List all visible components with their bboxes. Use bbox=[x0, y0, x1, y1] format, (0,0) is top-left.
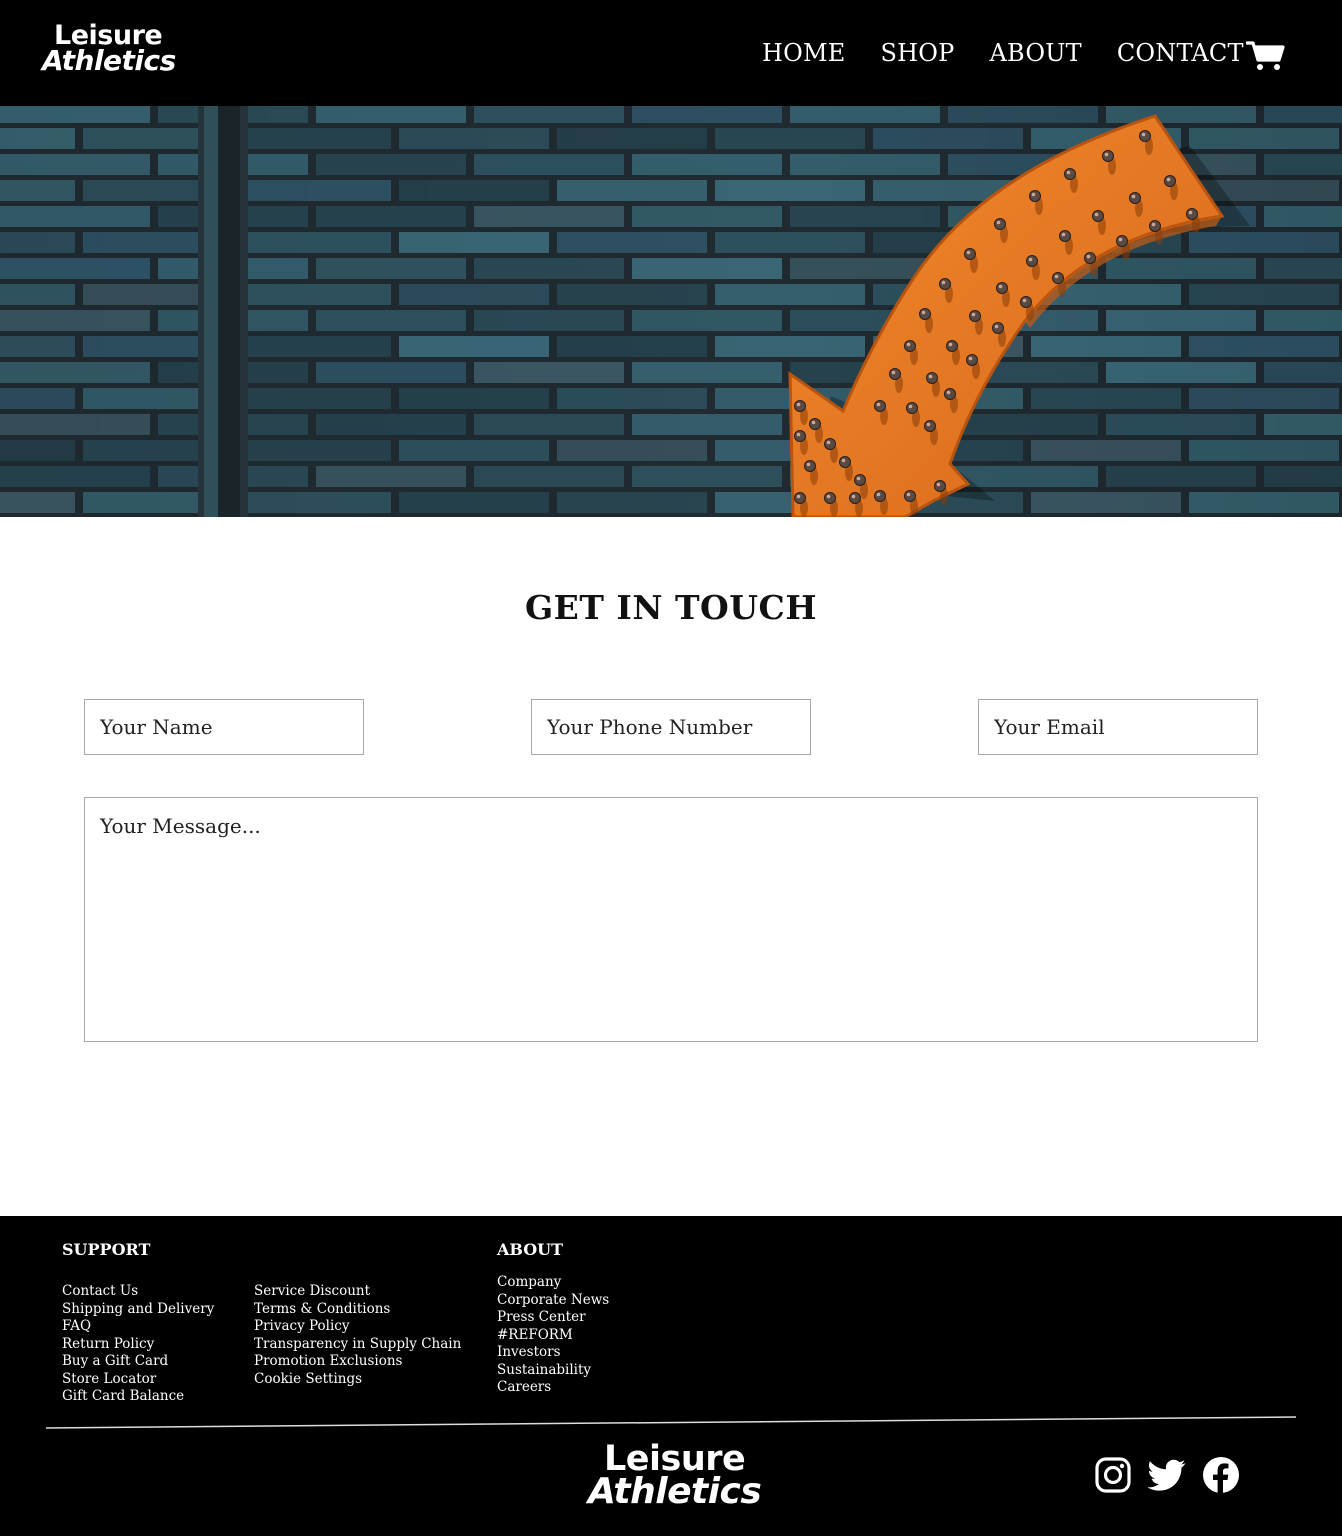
list-item: Shipping and Delivery bbox=[62, 1301, 214, 1319]
list-item: Transparency in Supply Chain bbox=[254, 1336, 461, 1354]
footer-link-contact-us[interactable]: Contact Us bbox=[62, 1283, 138, 1299]
nav-contact[interactable]: CONTACT bbox=[1117, 38, 1244, 68]
nav-shop[interactable]: SHOP bbox=[881, 38, 955, 68]
list-item: #REFORM bbox=[497, 1327, 609, 1345]
instagram-icon[interactable] bbox=[1094, 1456, 1132, 1494]
main-nav: HOME SHOP ABOUT CONTACT bbox=[762, 38, 1244, 68]
list-item: Contact Us bbox=[62, 1283, 214, 1301]
footer-link-service-discount[interactable]: Service Discount bbox=[254, 1283, 370, 1299]
footer-divider bbox=[46, 1416, 1296, 1429]
twitter-icon[interactable] bbox=[1148, 1456, 1186, 1494]
facebook-icon[interactable] bbox=[1202, 1456, 1240, 1494]
footer-link-cookie-settings[interactable]: Cookie Settings bbox=[254, 1371, 362, 1387]
nav-about[interactable]: ABOUT bbox=[990, 38, 1082, 68]
site-header: Leisure Athletics HOME SHOP ABOUT CONTAC… bbox=[0, 0, 1342, 106]
about-heading: ABOUT bbox=[497, 1240, 564, 1259]
page-title: GET IN TOUCH bbox=[525, 588, 817, 627]
footer-link-privacy[interactable]: Privacy Policy bbox=[254, 1318, 350, 1334]
list-item: Investors bbox=[497, 1344, 609, 1362]
list-item: Corporate News bbox=[497, 1292, 609, 1310]
list-item: Privacy Policy bbox=[254, 1318, 461, 1336]
footer-link-investors[interactable]: Investors bbox=[497, 1344, 561, 1360]
support-heading: SUPPORT bbox=[62, 1240, 151, 1259]
site-footer: SUPPORT Contact Us Shipping and Delivery… bbox=[0, 1216, 1342, 1536]
about-links: Company Corporate News Press Center #REF… bbox=[497, 1274, 609, 1397]
list-item: Sustainability bbox=[497, 1362, 609, 1380]
list-item: Cookie Settings bbox=[254, 1371, 461, 1389]
email-field[interactable] bbox=[978, 699, 1258, 755]
footer-link-careers[interactable]: Careers bbox=[497, 1379, 551, 1395]
list-item: Buy a Gift Card bbox=[62, 1353, 214, 1371]
phone-field[interactable] bbox=[531, 699, 811, 755]
list-item: Promotion Exclusions bbox=[254, 1353, 461, 1371]
list-item: Gift Card Balance bbox=[62, 1388, 214, 1406]
brand-logo-line2: Athletics bbox=[42, 44, 176, 77]
footer-link-faq[interactable]: FAQ bbox=[62, 1318, 91, 1334]
hero-banner bbox=[0, 106, 1342, 517]
footer-link-corporate-news[interactable]: Corporate News bbox=[497, 1292, 609, 1308]
footer-link-reform[interactable]: #REFORM bbox=[497, 1327, 573, 1343]
list-item: Terms & Conditions bbox=[254, 1301, 461, 1319]
footer-link-shipping[interactable]: Shipping and Delivery bbox=[62, 1301, 214, 1317]
footer-link-return-policy[interactable]: Return Policy bbox=[62, 1336, 154, 1352]
footer-link-gift-card-balance[interactable]: Gift Card Balance bbox=[62, 1388, 184, 1404]
footer-brand-logo[interactable]: Leisure Athletics bbox=[588, 1442, 762, 1512]
list-item: Press Center bbox=[497, 1309, 609, 1327]
list-item: FAQ bbox=[62, 1318, 214, 1336]
footer-logo-line2: Athletics bbox=[588, 1471, 762, 1512]
footer-link-press-center[interactable]: Press Center bbox=[497, 1309, 586, 1325]
footer-link-terms[interactable]: Terms & Conditions bbox=[254, 1301, 390, 1317]
support-links-col2: Service Discount Terms & Conditions Priv… bbox=[254, 1283, 461, 1388]
footer-link-sustainability[interactable]: Sustainability bbox=[497, 1362, 591, 1378]
list-item: Company bbox=[497, 1274, 609, 1292]
footer-link-supply-chain[interactable]: Transparency in Supply Chain bbox=[254, 1336, 461, 1352]
footer-link-store-locator[interactable]: Store Locator bbox=[62, 1371, 156, 1387]
footer-link-promotion-exclusions[interactable]: Promotion Exclusions bbox=[254, 1353, 403, 1369]
nav-home[interactable]: HOME bbox=[762, 38, 846, 68]
list-item: Store Locator bbox=[62, 1371, 214, 1389]
brand-logo[interactable]: Leisure Athletics bbox=[42, 22, 176, 75]
list-item: Service Discount bbox=[254, 1283, 461, 1301]
hero-image bbox=[0, 106, 1342, 517]
support-links-col1: Contact Us Shipping and Delivery FAQ Ret… bbox=[62, 1283, 214, 1406]
message-field[interactable] bbox=[84, 797, 1258, 1042]
footer-link-company[interactable]: Company bbox=[497, 1274, 561, 1290]
cart-icon[interactable] bbox=[1246, 38, 1286, 72]
name-field[interactable] bbox=[84, 699, 364, 755]
list-item: Careers bbox=[497, 1379, 609, 1397]
footer-link-buy-gift-card[interactable]: Buy a Gift Card bbox=[62, 1353, 168, 1369]
list-item: Return Policy bbox=[62, 1336, 214, 1354]
